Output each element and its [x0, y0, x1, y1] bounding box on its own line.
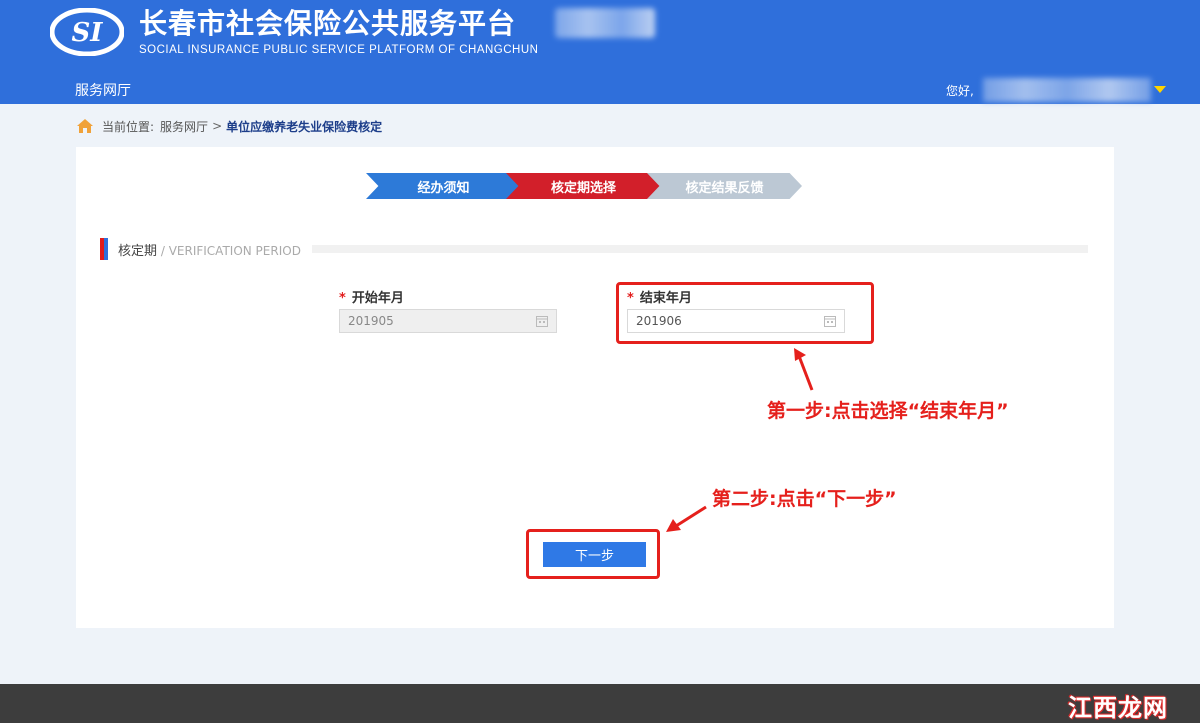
required-mark: *	[339, 291, 346, 306]
footer-bar	[0, 684, 1200, 723]
top-header: SI 长春市社会保险公共服务平台 SOCIAL INSURANCE PUBLIC…	[0, 0, 1200, 104]
breadcrumb-current: 单位应缴养老失业保险费核定	[226, 119, 383, 134]
start-month-field: 201905	[339, 309, 557, 333]
section-header: 核定期 / VERIFICATION PERIOD	[100, 237, 1088, 261]
start-month-value: 201905	[348, 314, 394, 328]
section-title: 核定期 / VERIFICATION PERIOD	[118, 240, 301, 259]
breadcrumb: 当前位置: 服务网厅 > 单位应缴养老失业保险费核定	[76, 115, 382, 137]
si-logo-icon[interactable]: SI	[50, 8, 124, 56]
section-divider	[312, 245, 1088, 253]
breadcrumb-prefix: 当前位置:	[102, 119, 155, 134]
progress-steps: 经办须知 核定期选择 核定结果反馈	[366, 173, 806, 199]
site-title: 长春市社会保险公共服务平台	[139, 7, 517, 40]
site-subtitle: SOCIAL INSURANCE PUBLIC SERVICE PLATFORM…	[139, 44, 539, 56]
watermark: 江西龙网	[1068, 694, 1168, 722]
redacted-username[interactable]	[983, 78, 1151, 102]
redacted-title-suffix	[555, 8, 655, 38]
breadcrumb-separator: >	[212, 119, 223, 133]
section-title-text: 核定期	[118, 244, 158, 259]
start-month-label-text: 开始年月	[351, 291, 404, 306]
logo-text: SI	[72, 18, 104, 48]
arrow-icon	[794, 348, 814, 391]
annotation-step1: 第一步:点击选择“结束年月”	[767, 400, 1009, 422]
arrow-icon	[666, 505, 707, 532]
nav-service-hall[interactable]: 服务网厅	[75, 80, 131, 100]
annotation-box-end-month	[616, 282, 874, 344]
annotation-box-next-button	[526, 529, 660, 579]
greeting-text: 您好,	[946, 84, 974, 98]
step-period-selection: 核定期选择	[506, 173, 661, 199]
step-instructions: 经办须知	[366, 173, 521, 199]
calendar-icon	[536, 316, 548, 327]
section-subtitle: / VERIFICATION PERIOD	[157, 244, 301, 258]
section-accent-blue	[104, 238, 108, 260]
caret-down-icon[interactable]	[1154, 86, 1166, 93]
home-icon[interactable]	[76, 117, 94, 135]
annotation-step2: 第二步:点击“下一步”	[712, 488, 897, 510]
step-result-feedback: 核定结果反馈	[647, 173, 802, 199]
breadcrumb-parent[interactable]: 服务网厅	[160, 118, 208, 135]
start-month-label: * 开始年月	[339, 287, 404, 306]
